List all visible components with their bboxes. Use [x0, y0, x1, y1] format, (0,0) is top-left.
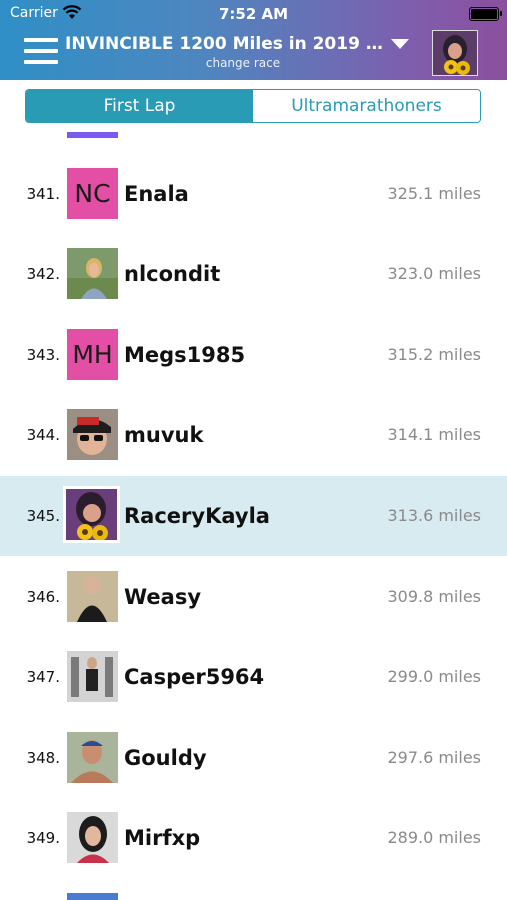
rank: 349. — [26, 829, 60, 847]
clock: 7:52 AM — [218, 5, 289, 23]
avatar-initials: MH — [72, 340, 113, 369]
avatar: NC — [67, 168, 118, 219]
avatar — [67, 812, 118, 863]
leaderboard-row[interactable]: 343. MH Megs1985 315.2 miles — [0, 315, 507, 395]
leaderboard-row[interactable]: 348. Gouldy 297.6 miles — [0, 718, 507, 798]
leaderboard-row[interactable]: 346. Weasy 309.8 miles — [0, 557, 507, 637]
runner-name: Mirfxp — [124, 826, 201, 850]
profile-avatar[interactable] — [432, 30, 478, 76]
leaderboard-row[interactable]: 349. Mirfxp 289.0 miles — [0, 798, 507, 878]
avatar-partial — [67, 132, 118, 138]
avatar-partial — [67, 893, 118, 900]
rank: 342. — [26, 265, 60, 283]
miles-value: 299.0 miles — [387, 667, 481, 686]
runner-name: Gouldy — [124, 746, 207, 770]
avatar — [67, 732, 118, 783]
rank: 341. — [26, 185, 60, 203]
leaderboard-row-selected[interactable]: 345. RaceryKayla 313.6 miles — [0, 476, 507, 556]
rank: 344. — [26, 426, 60, 444]
leaderboard-row[interactable]: 341. NC Enala 325.1 miles — [0, 154, 507, 234]
runner-name: muvuk — [124, 423, 204, 447]
miles-value: 313.6 miles — [387, 506, 481, 525]
runner-name: Enala — [124, 182, 189, 206]
runner-name: Megs1985 — [124, 343, 246, 367]
runner-name: RaceryKayla — [124, 504, 270, 528]
avatar — [67, 409, 118, 460]
rank: 345. — [26, 507, 60, 525]
leaderboard-row[interactable]: 347. Casper5964 299.0 miles — [0, 637, 507, 717]
miles-value: 323.0 miles — [387, 264, 481, 283]
miles-value: 289.0 miles — [387, 828, 481, 847]
runner-name: Weasy — [124, 585, 202, 609]
leaderboard-row[interactable]: 342. nlcondit 323.0 miles — [0, 234, 507, 314]
avatar — [67, 248, 118, 299]
change-race-link[interactable]: change race — [65, 56, 421, 70]
race-title[interactable]: INVINCIBLE 1200 Miles in 2019 Ch... — [65, 34, 387, 54]
chevron-down-icon[interactable] — [391, 39, 409, 49]
race-view-tabs: First Lap Ultramarathoners — [25, 89, 481, 123]
rank: 346. — [26, 588, 60, 606]
avatar — [63, 486, 120, 543]
miles-value: 315.2 miles — [387, 345, 481, 364]
avatar: MH — [67, 329, 118, 380]
miles-value: 297.6 miles — [387, 748, 481, 767]
runner-name: Casper5964 — [124, 665, 265, 689]
miles-value: 314.1 miles — [387, 425, 481, 444]
status-bar: Carrier 7:52 AM — [0, 0, 507, 28]
rank: 348. — [26, 749, 60, 767]
menu-icon[interactable] — [24, 38, 58, 66]
header-bar: Carrier 7:52 AM INVINCIBLE 1200 Miles in… — [0, 0, 507, 80]
miles-value: 325.1 miles — [387, 184, 481, 203]
miles-value: 309.8 miles — [387, 587, 481, 606]
avatar-initials: NC — [74, 179, 111, 208]
tab-first-lap[interactable]: First Lap — [26, 90, 253, 122]
runner-name: nlcondit — [124, 262, 221, 286]
avatar — [67, 571, 118, 622]
rank: 343. — [26, 346, 60, 364]
avatar — [67, 651, 118, 702]
tab-ultramarathoners[interactable]: Ultramarathoners — [253, 90, 480, 122]
rank: 347. — [26, 668, 60, 686]
battery-icon — [469, 7, 502, 21]
leaderboard-row[interactable]: 344. muvuk 314.1 miles — [0, 395, 507, 475]
leaderboard-list[interactable]: 341. NC Enala 325.1 miles 342. nlcondit … — [0, 126, 507, 900]
